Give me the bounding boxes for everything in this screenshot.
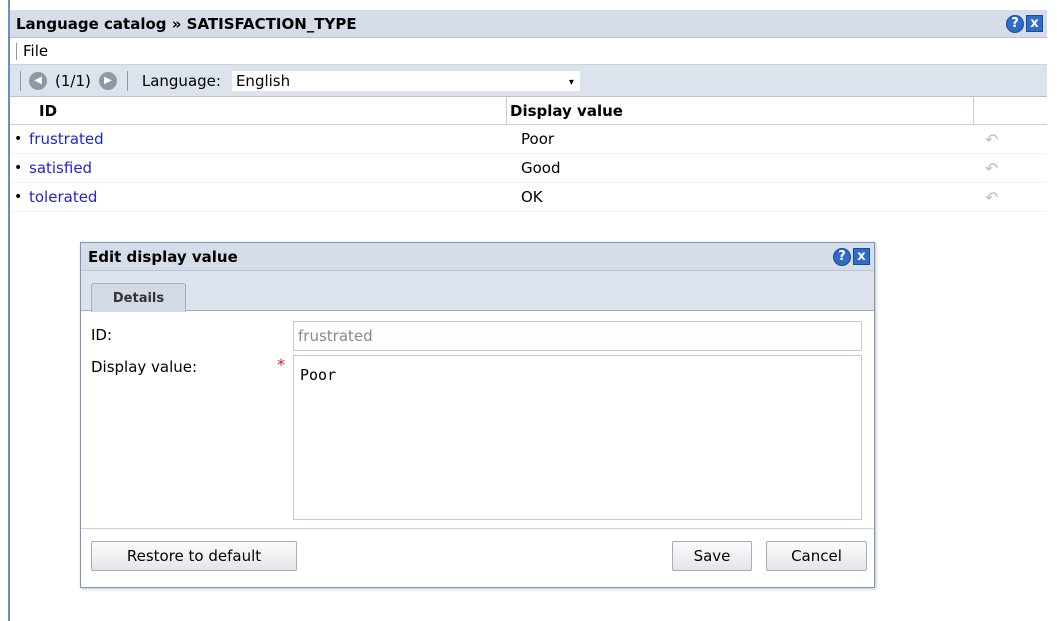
toolbar-separator <box>20 70 21 91</box>
id-field: frustrated <box>293 321 862 351</box>
menu-bar: File <box>10 38 1047 65</box>
dialog-title: Edit display value <box>88 247 238 266</box>
details-form: ID: frustrated Display value: * Poor <box>81 311 874 527</box>
menu-separator <box>16 42 17 60</box>
table-header: ID Display value <box>10 97 1047 125</box>
menu-file[interactable]: File <box>23 42 48 60</box>
row-id-link[interactable]: tolerated <box>24 188 507 206</box>
cancel-button[interactable]: Cancel <box>766 541 867 571</box>
id-field-value: frustrated <box>298 327 373 345</box>
bullet-icon: • <box>14 160 23 176</box>
row-id-link[interactable]: frustrated <box>24 130 507 148</box>
column-header-id[interactable]: ID <box>10 97 507 124</box>
window-controls: ? x <box>1006 14 1043 33</box>
dialog-footer: Restore to default Save Cancel <box>81 528 874 587</box>
window-title-bar: Language catalog » SATISFACTION_TYPE ? x <box>10 10 1047 38</box>
required-indicator: * <box>277 355 285 374</box>
toolbar-separator <box>126 70 128 91</box>
table-row: • satisfied Good ↶ <box>10 154 1047 183</box>
page-indicator: (1/1) <box>55 71 91 90</box>
next-page-icon[interactable]: ▶ <box>98 71 117 90</box>
row-display-value: Good <box>521 159 561 177</box>
close-icon[interactable]: x <box>1026 14 1043 32</box>
display-value-textarea[interactable]: Poor <box>293 355 862 520</box>
table-row: • frustrated Poor ↶ <box>10 125 1047 154</box>
column-header-display-value[interactable]: Display value <box>507 97 974 124</box>
display-value-label: Display value: <box>91 358 198 376</box>
dialog-title-bar[interactable]: Edit display value ? x <box>81 243 874 271</box>
restore-default-button[interactable]: Restore to default <box>91 541 297 571</box>
row-id-link[interactable]: satisfied <box>24 159 507 177</box>
navigation-toolbar: ◀ (1/1) ▶ Language: English ▾ <box>10 65 1047 97</box>
undo-icon[interactable]: ↶ <box>985 159 1005 178</box>
window-title: Language catalog » SATISFACTION_TYPE <box>16 14 357 33</box>
dialog-controls: ? x <box>833 247 870 266</box>
display-value-text: Poor <box>300 366 337 384</box>
bullet-icon: • <box>14 189 23 205</box>
help-icon[interactable]: ? <box>1006 14 1024 33</box>
language-select[interactable]: English ▾ <box>230 69 581 92</box>
chevron-down-icon[interactable]: ▾ <box>569 77 574 88</box>
undo-icon[interactable]: ↶ <box>985 188 1005 207</box>
tab-details[interactable]: Details <box>91 283 186 312</box>
column-header-actions <box>974 97 1047 124</box>
previous-page-icon[interactable]: ◀ <box>29 71 47 90</box>
language-label: Language: <box>141 71 221 90</box>
tab-strip: Details <box>81 271 874 312</box>
dialog-close-icon[interactable]: x <box>853 247 870 265</box>
edit-display-value-dialog: Edit display value ? x Details ID: frust… <box>80 242 875 588</box>
save-button[interactable]: Save <box>672 541 752 571</box>
undo-icon[interactable]: ↶ <box>985 130 1005 149</box>
id-label: ID: <box>91 326 113 344</box>
row-display-value: Poor <box>521 130 555 148</box>
row-display-value: OK <box>521 188 543 206</box>
table-row: • tolerated OK ↶ <box>10 183 1047 212</box>
bullet-icon: • <box>14 131 23 147</box>
dialog-help-icon[interactable]: ? <box>833 247 851 266</box>
language-select-value: English <box>235 71 291 90</box>
